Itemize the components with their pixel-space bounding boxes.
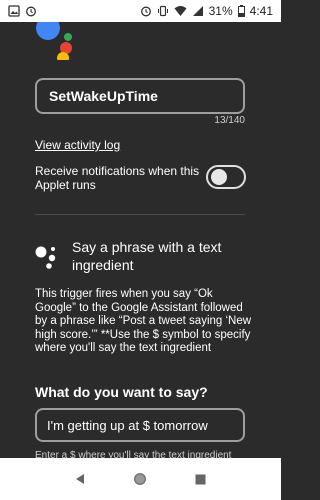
back-icon	[76, 474, 85, 484]
gallery-icon	[8, 5, 20, 17]
status-right: 31% 4:41	[140, 4, 273, 18]
wifi-icon	[174, 6, 187, 16]
home-icon	[134, 473, 147, 485]
applet-settings-screen: SetWakeUpTime 13/140 View activity log R…	[0, 22, 281, 458]
battery-percent: 31%	[208, 4, 233, 18]
trigger-title: Say a phrase with a text ingredient	[72, 239, 222, 273]
recents-icon	[195, 474, 206, 484]
status-bar: 31% 4:41	[0, 0, 281, 22]
character-count: 13/140	[214, 115, 245, 126]
notifications-toggle[interactable]	[206, 165, 246, 189]
clock: 4:41	[249, 4, 273, 18]
back-button[interactable]	[70, 469, 90, 489]
phrase-hint: Enter a $ where you'll say the text ingr…	[35, 450, 232, 458]
google-assistant-icon	[35, 246, 56, 269]
vibrate-icon	[157, 5, 168, 17]
home-button[interactable]	[130, 469, 150, 489]
signal-icon	[192, 6, 203, 16]
toggle-knob	[211, 169, 227, 185]
phrase-input[interactable]: I'm getting up at $ tomorrow	[35, 408, 245, 442]
notifications-label: Receive notifications when this Applet r…	[35, 164, 200, 192]
section-divider	[35, 214, 245, 215]
trigger-description: This trigger fires when you say “Ok Goog…	[35, 288, 252, 355]
google-assistant-logo	[36, 22, 72, 60]
alarm-icon	[140, 6, 151, 17]
applet-name-input[interactable]: SetWakeUpTime	[35, 78, 245, 114]
navigation-bar	[0, 458, 281, 500]
status-left	[8, 5, 37, 17]
alarm-notification-icon	[26, 6, 36, 17]
battery-icon	[237, 5, 245, 17]
recents-button[interactable]	[191, 469, 211, 489]
view-activity-log-link[interactable]: View activity log	[35, 138, 120, 152]
phrase-question-label: What do you want to say?	[35, 384, 208, 400]
